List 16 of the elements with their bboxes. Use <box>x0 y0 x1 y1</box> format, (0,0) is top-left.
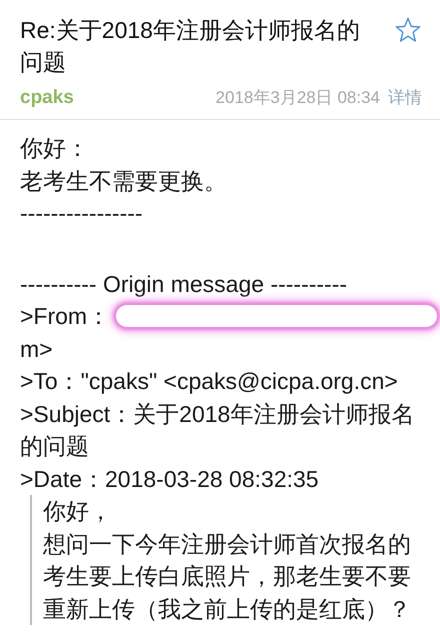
subject-line: >Subject：关于2018年注册会计师报名的问题 <box>20 400 416 461</box>
details-link[interactable]: 详情 <box>388 86 422 109</box>
to-line: >To："cpaks" <cpaks@cicpa.org.cn> <box>20 367 399 396</box>
sender-name[interactable]: cpaks <box>20 86 216 108</box>
body-text: 你好： <box>20 134 90 163</box>
quoted-text: 你好， <box>43 497 113 526</box>
body-text: 老考生不需要更换。 <box>20 166 228 196</box>
from-label: >From： <box>20 302 110 331</box>
body-text: ---------------- <box>20 199 144 228</box>
from-address: m> <box>20 334 54 364</box>
sent-date: 2018年3月28日 08:34 <box>216 87 380 109</box>
quoted-text: 想问一下今年注册会计师首次报名的考生要上传白底照片，那老生要不要重新上传（我之前上传的是红底）？ <box>43 530 412 624</box>
quote-separator: ---------- Origin message ---------- <box>20 270 348 299</box>
star-icon[interactable] <box>394 16 422 44</box>
email-subject: Re:关于2018年注册会计师报名的问题 <box>20 16 361 77</box>
date-line: >Date：2018-03-28 08:32:35 <box>20 464 320 494</box>
